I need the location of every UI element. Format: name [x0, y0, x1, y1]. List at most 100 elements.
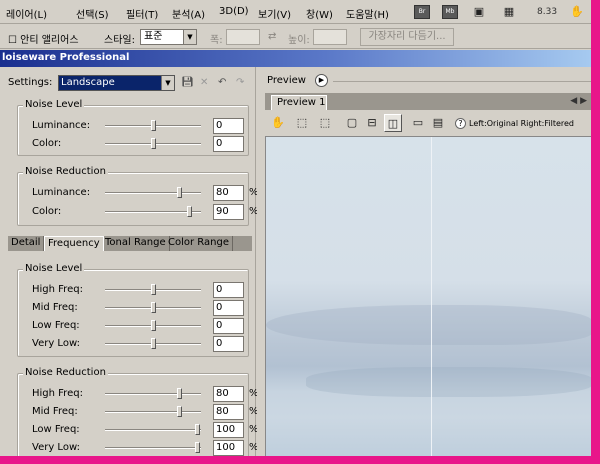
slider-thumb[interactable] — [177, 388, 182, 399]
mini-bridge-button[interactable]: Mb — [442, 5, 458, 19]
preview-canvas[interactable] — [265, 136, 591, 456]
luminance-row: Luminance: 0 — [32, 118, 246, 134]
slider-track[interactable] — [105, 393, 201, 395]
row-label: Very Low: — [32, 338, 80, 349]
slider-thumb[interactable] — [151, 138, 156, 149]
crop-marquee-icon[interactable]: ⬚ — [316, 114, 334, 132]
row-label: Low Freq: — [32, 424, 80, 435]
group-title: Noise Reduction — [23, 367, 108, 378]
bridge-button[interactable]: Br — [414, 5, 430, 19]
window-icon[interactable]: ▭ — [409, 114, 427, 132]
menu-analysis[interactable]: 분석(A) — [172, 6, 205, 21]
tab-preview-1[interactable]: Preview 1 — [271, 95, 327, 110]
tab-frequency[interactable]: Frequency — [44, 236, 104, 251]
value-field[interactable]: 80 — [213, 404, 244, 420]
value-field[interactable]: 100 — [213, 422, 244, 438]
settings-panel: Settings: Landscape ▼ 💾︎ ✕ ↶ ↷ Noise Lev… — [0, 67, 259, 456]
slider-thumb[interactable] — [195, 424, 200, 435]
slider-thumb[interactable] — [187, 206, 192, 217]
antialias-checkbox[interactable]: ☐ 안티 앨리어스 — [8, 31, 79, 46]
frequency-noise-reduction-group: Noise Reduction High Freq: 80 % Mid Freq… — [17, 367, 259, 456]
redo-icon[interactable]: ↷ — [236, 77, 244, 88]
split-divider[interactable] — [431, 137, 432, 456]
value-field[interactable]: 80 — [213, 386, 244, 402]
detail-tabs: Detail Frequency Tonal Range Color Range — [8, 236, 252, 251]
slider-track[interactable] — [105, 429, 201, 431]
value-field[interactable]: 0 — [213, 318, 244, 334]
refine-edge-button[interactable]: 가장자리 다듬기... — [360, 28, 454, 46]
tab-color-range[interactable]: Color Range — [165, 236, 233, 251]
settings-select[interactable]: Landscape ▼ — [58, 75, 175, 91]
slider-thumb[interactable] — [151, 120, 156, 131]
style-select[interactable]: 표준 ▼ — [140, 29, 197, 45]
color-row: Color: 90 % — [32, 204, 259, 220]
high-freq-row: High Freq: 0 — [32, 282, 246, 298]
single-view-icon[interactable]: ▢ — [343, 114, 361, 132]
row-label: Luminance: — [32, 120, 91, 131]
divider — [333, 81, 591, 82]
value-field[interactable]: 0 — [213, 300, 244, 316]
height-field[interactable] — [313, 29, 347, 45]
chevron-down-icon: ▼ — [161, 76, 174, 90]
menu-window[interactable]: 창(W) — [306, 6, 333, 21]
preview-toolbar: ✋ ⬚ ⬚ ▢ ⊟ ◫ ▭ ▤ ? Left:Original Right:Fil… — [265, 111, 591, 135]
delete-icon[interactable]: ✕ — [200, 77, 208, 88]
grid-icon[interactable]: ▦ — [500, 3, 518, 21]
row-label: Color: — [32, 206, 62, 217]
swap-icon[interactable]: ⇄ — [268, 31, 276, 42]
split-horizontal-icon[interactable]: ⊟ — [363, 114, 381, 132]
group-title: Noise Level — [23, 99, 85, 110]
menu-view[interactable]: 보기(V) — [258, 6, 291, 21]
height-label: 높이: — [288, 35, 310, 46]
slider-thumb[interactable] — [151, 302, 156, 313]
width-field[interactable] — [226, 29, 260, 45]
group-title: Noise Level — [23, 263, 85, 274]
cloud-band — [266, 305, 591, 345]
hand-icon[interactable]: ✋ — [269, 114, 287, 132]
slider-track[interactable] — [105, 447, 201, 449]
view-extras-icon[interactable]: ▣ — [470, 3, 488, 21]
play-icon[interactable]: ▶ — [315, 74, 328, 87]
menu-help[interactable]: 도움말(H) — [346, 6, 389, 21]
frequency-noise-level-group: Noise Level High Freq: 0 Mid Freq: 0 Low… — [17, 263, 249, 357]
value-field[interactable]: 0 — [213, 118, 244, 134]
tab-detail[interactable]: Detail — [8, 236, 45, 251]
low-freq-row: Low Freq: 0 — [32, 318, 246, 334]
value-field[interactable]: 0 — [213, 336, 244, 352]
value-field[interactable]: 100 — [213, 440, 244, 456]
menu-3d[interactable]: 3D(D) — [219, 6, 249, 17]
value-field[interactable]: 80 — [213, 185, 244, 201]
help-icon[interactable]: ? — [455, 118, 466, 129]
slider-thumb[interactable] — [151, 320, 156, 331]
slider-thumb[interactable] — [177, 187, 182, 198]
undo-icon[interactable]: ↶ — [218, 77, 226, 88]
preview-tab-strip: Preview 1 ◀ ▶ — [265, 93, 591, 110]
mid-freq-row: Mid Freq: 0 — [32, 300, 246, 316]
slider-thumb[interactable] — [151, 284, 156, 295]
split-vertical-icon[interactable]: ◫ — [384, 114, 402, 132]
window-title-bar[interactable]: loiseware Professional — [0, 50, 591, 67]
image-icon[interactable]: ▤ — [429, 114, 447, 132]
slider-track[interactable] — [105, 411, 201, 413]
slider-thumb[interactable] — [177, 406, 182, 417]
menu-layer[interactable]: 레이어(L) — [6, 6, 47, 21]
options-bar: ☐ 안티 앨리어스 스타일: 표준 ▼ 폭: ⇄ 높이: 가장자리 다듬기... — [0, 25, 591, 49]
value-field[interactable]: 0 — [213, 136, 244, 152]
low-freq-row: Low Freq: 100 % — [32, 422, 259, 438]
noise-reduction-group: Noise Reduction Luminance: 80 % Color: 9… — [17, 166, 259, 226]
value-field[interactable]: 90 — [213, 204, 244, 220]
menu-filter[interactable]: 필터(T) — [126, 6, 158, 21]
save-icon[interactable]: 💾︎ — [181, 77, 194, 88]
slider-thumb[interactable] — [195, 442, 200, 453]
hand-tool-icon[interactable]: ✋ — [568, 3, 586, 21]
tab-tonal-range[interactable]: Tonal Range — [102, 236, 170, 251]
tab-nav-arrows-icon[interactable]: ◀ ▶ — [570, 96, 587, 106]
hint-text: Left:Original Right:Filtered — [469, 119, 574, 128]
menu-select[interactable]: 선택(S) — [76, 6, 109, 21]
marquee-icon[interactable]: ⬚ — [293, 114, 311, 132]
menu-bar: 레이어(L) 선택(S) 필터(T) 분석(A) 3D(D) 보기(V) 창(W… — [0, 0, 591, 24]
slider-track[interactable] — [105, 192, 201, 194]
slider-thumb[interactable] — [151, 338, 156, 349]
compare-hint: ? Left:Original Right:Filtered — [455, 118, 574, 129]
value-field[interactable]: 0 — [213, 282, 244, 298]
